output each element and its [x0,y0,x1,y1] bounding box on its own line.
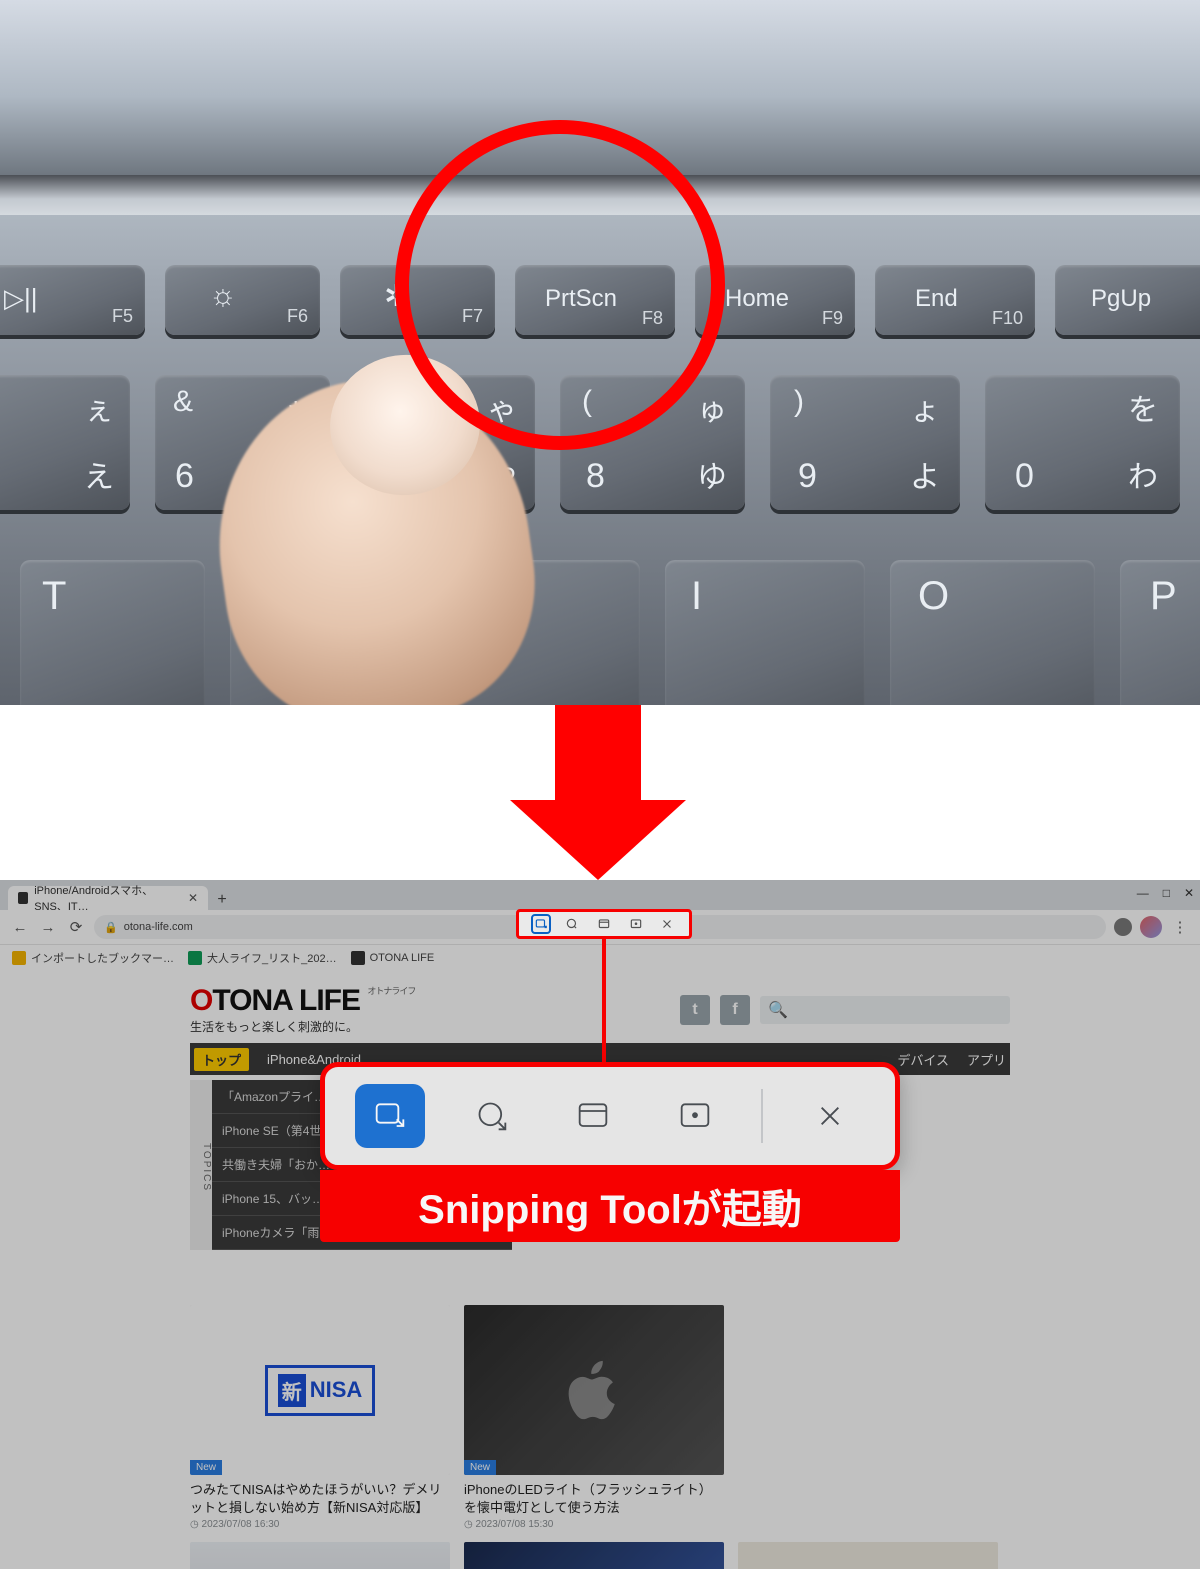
window-minimize-button[interactable]: — [1137,886,1149,900]
snipping-toolbar-callout: Snipping Toolが起動 [320,1062,900,1242]
snip-fullscreen-button[interactable] [626,914,646,934]
site-icon [351,951,365,965]
key-f6: ☼ F6 [165,265,320,335]
separator [761,1089,763,1143]
key-0: を 0 わ [985,375,1180,510]
browser-window: iPhone/Androidスマホ、SNS、IT… ✕ + — □ ✕ ← → … [0,880,1200,1569]
keyboard-photo: ▷|| F5 ☼ F6 ✲ F7 PrtScn F8 Home F9 End F… [0,0,1200,705]
twitter-icon[interactable]: t [680,995,710,1025]
snip-window-button[interactable] [558,1084,628,1148]
snip-fullscreen-button[interactable] [660,1084,730,1148]
new-badge: New [464,1460,496,1475]
extension-icon[interactable] [1114,918,1132,936]
snip-freeform-button[interactable] [562,914,582,934]
window-maximize-button[interactable]: □ [1163,886,1170,900]
search-icon: 🔍 [768,1000,788,1020]
highlight-circle [395,120,725,450]
key-5: ぇ 5 え [0,375,130,510]
new-badge: New [190,1460,222,1475]
article-thumbnail [464,1542,724,1569]
nav-top[interactable]: トップ [194,1048,249,1071]
article-card[interactable]: New iPhoneのLEDライト（フラッシュライト）を懐中電灯として使う方法 … [464,1305,724,1530]
article-card[interactable]: 「Amazonプライムデー」発売は… [190,1542,450,1569]
snip-rectangle-button[interactable] [531,914,551,934]
article-thumbnail: 新NISA New [190,1305,450,1475]
snip-close-button[interactable] [795,1084,865,1148]
apple-icon [559,1355,629,1425]
bookmark-item[interactable]: インポートしたブックマー… [12,950,174,966]
nav-reload-button[interactable]: ⟳ [66,917,86,937]
key-f5: ▷|| F5 [0,265,145,335]
arrow-down [0,705,1200,880]
snip-close-button[interactable] [657,914,677,934]
snip-rectangle-button[interactable] [355,1084,425,1148]
nav-item[interactable]: アプリ [967,1050,1006,1069]
favicon [18,892,28,904]
page-content: OTONA LIFE オトナライフ 生活をもっと楽しく刺激的に。 t f 🔍 ト… [0,970,1200,1569]
article-card[interactable]: 新NISA New つみたてNISAはやめたほうがいい？デメリットと損しない始め… [190,1305,450,1530]
key-pgup: PgUp [1055,265,1200,335]
browser-tab[interactable]: iPhone/Androidスマホ、SNS、IT… ✕ [8,886,208,910]
browser-menu-button[interactable]: ⋮ [1170,917,1190,937]
article-thumbnail [738,1542,998,1569]
lock-icon: 🔒 [104,921,118,934]
site-tagline: 生活をもっと楽しく刺激的に。 [190,1018,415,1035]
article-thumbnail: New [464,1305,724,1475]
article-thumbnail [190,1542,450,1569]
bookmarks-bar: インポートしたブックマー… 大人ライフ_リスト_202… OTONA LIFE [0,944,1200,970]
key-i: I [665,560,865,705]
new-tab-button[interactable]: + [212,890,232,910]
address-text: otona-life.com [124,921,193,933]
nav-item[interactable]: デバイス [897,1050,949,1069]
snip-window-button[interactable] [594,914,614,934]
article-title: iPhoneのLEDライト（フラッシュライト）を懐中電灯として使う方法 [464,1481,724,1517]
window-close-button[interactable]: ✕ [1184,886,1194,900]
article-title: つみたてNISAはやめたほうがいい？デメリットと損しない始め方【新NISA対応版… [190,1481,450,1517]
key-o: O [890,560,1095,705]
tab-close-icon[interactable]: ✕ [188,891,198,905]
callout-label: Snipping Toolが起動 [320,1170,900,1242]
bookmark-item[interactable]: 大人ライフ_リスト_202… [188,950,337,966]
folder-icon [12,951,26,965]
snipping-toolbar-small [516,909,692,939]
key-t: T [20,560,205,705]
topics-label: TOPICS [190,1080,212,1250]
profile-avatar[interactable] [1140,916,1162,938]
sheets-icon [188,951,202,965]
facebook-icon[interactable]: f [720,995,750,1025]
tab-bar: iPhone/Androidスマホ、SNS、IT… ✕ + — □ ✕ [0,880,1200,910]
bookmark-item[interactable]: OTONA LIFE [351,951,435,965]
article-meta: 2023/07/08 16:30 [190,1519,450,1530]
article-card[interactable]: iPhone SE（第4世代）発売は… [464,1542,724,1569]
key-9: ) ょ 9 よ [770,375,960,510]
site-logo[interactable]: OTONA LIFE オトナライフ [190,984,415,1018]
nav-back-button[interactable]: ← [10,917,30,937]
snip-freeform-button[interactable] [457,1084,527,1148]
site-search-input[interactable]: 🔍 [760,996,1010,1024]
article-meta: 2023/07/08 15:30 [464,1519,724,1530]
key-end: End F10 [875,265,1035,335]
article-card[interactable]: NHK受信料支払い「6カ月前… [738,1542,998,1569]
callout-connector [602,939,606,1069]
site-header: OTONA LIFE オトナライフ 生活をもっと楽しく刺激的に。 t f 🔍 [190,970,1010,1043]
key-p: P [1120,560,1200,705]
nav-forward-button[interactable]: → [38,917,58,937]
